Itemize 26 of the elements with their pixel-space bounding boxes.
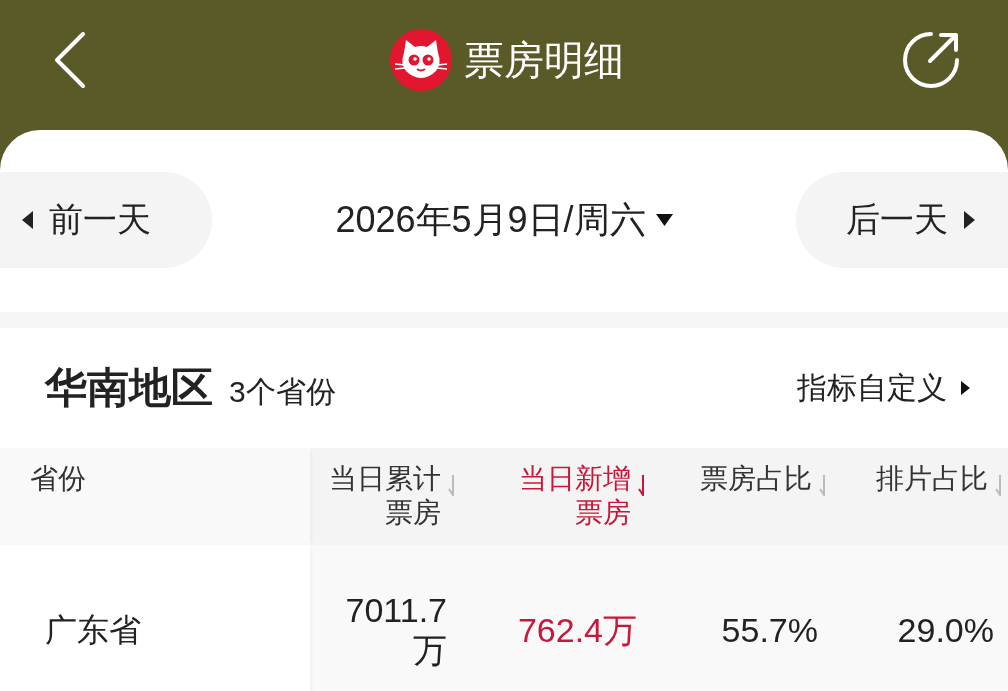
back-chevron-icon bbox=[52, 31, 88, 89]
dropdown-caret-icon bbox=[655, 214, 673, 226]
province-count: 3个省份 bbox=[229, 374, 336, 410]
cat-logo-icon bbox=[390, 29, 452, 91]
table-cell-text: 762.4万 bbox=[516, 610, 638, 651]
next-day-button[interactable]: 后一天 bbox=[796, 172, 1008, 268]
table-cell-text: 29.0% bbox=[896, 610, 995, 651]
table-cell-text: 55.7% bbox=[720, 610, 819, 651]
column-header[interactable]: 当日累计票房 bbox=[310, 448, 465, 545]
province-cell: 广东省 bbox=[0, 545, 310, 691]
share-icon bbox=[900, 29, 962, 91]
column-header[interactable]: 票房占比 bbox=[655, 448, 840, 545]
region-title: 华南地区 bbox=[45, 363, 213, 413]
caret-right-icon bbox=[964, 211, 975, 229]
caret-left-icon bbox=[22, 211, 33, 229]
date-picker-button[interactable]: 2026年5月9日/周六 bbox=[335, 195, 673, 245]
column-header[interactable]: 省份 bbox=[0, 448, 310, 545]
share-button[interactable] bbox=[900, 29, 962, 91]
caret-right-icon bbox=[961, 381, 970, 395]
prev-day-button[interactable]: 前一天 bbox=[0, 172, 212, 268]
customize-metrics-link[interactable]: 指标自定义 bbox=[797, 367, 970, 409]
table-cell-text: 7011.7万 bbox=[344, 590, 448, 671]
column-header[interactable]: 当日新增票房 bbox=[465, 448, 655, 545]
page-title: 票房明细 bbox=[464, 36, 624, 84]
column-header[interactable]: 排片占比 bbox=[840, 448, 1008, 545]
back-button[interactable] bbox=[52, 31, 88, 89]
